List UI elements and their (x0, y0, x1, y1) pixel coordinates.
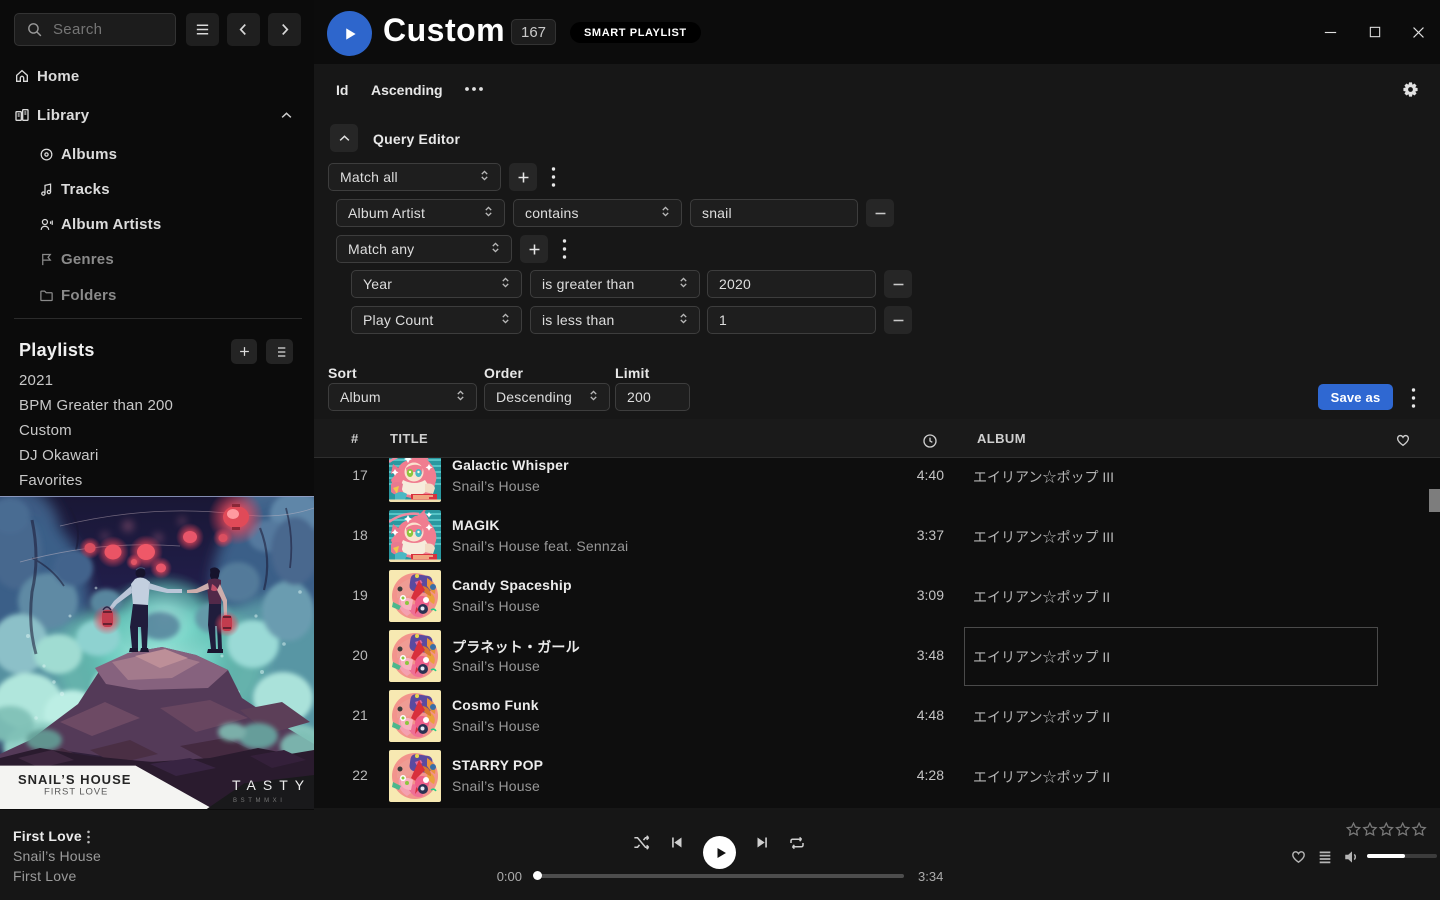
svg-text:BSTMMXI: BSTMMXI (233, 798, 286, 804)
svg-text:FIRST LOVE: FIRST LOVE (44, 787, 108, 798)
svg-text:SNAIL’S HOUSE: SNAIL’S HOUSE (18, 772, 131, 787)
svg-text:TASTY: TASTY (232, 777, 311, 793)
